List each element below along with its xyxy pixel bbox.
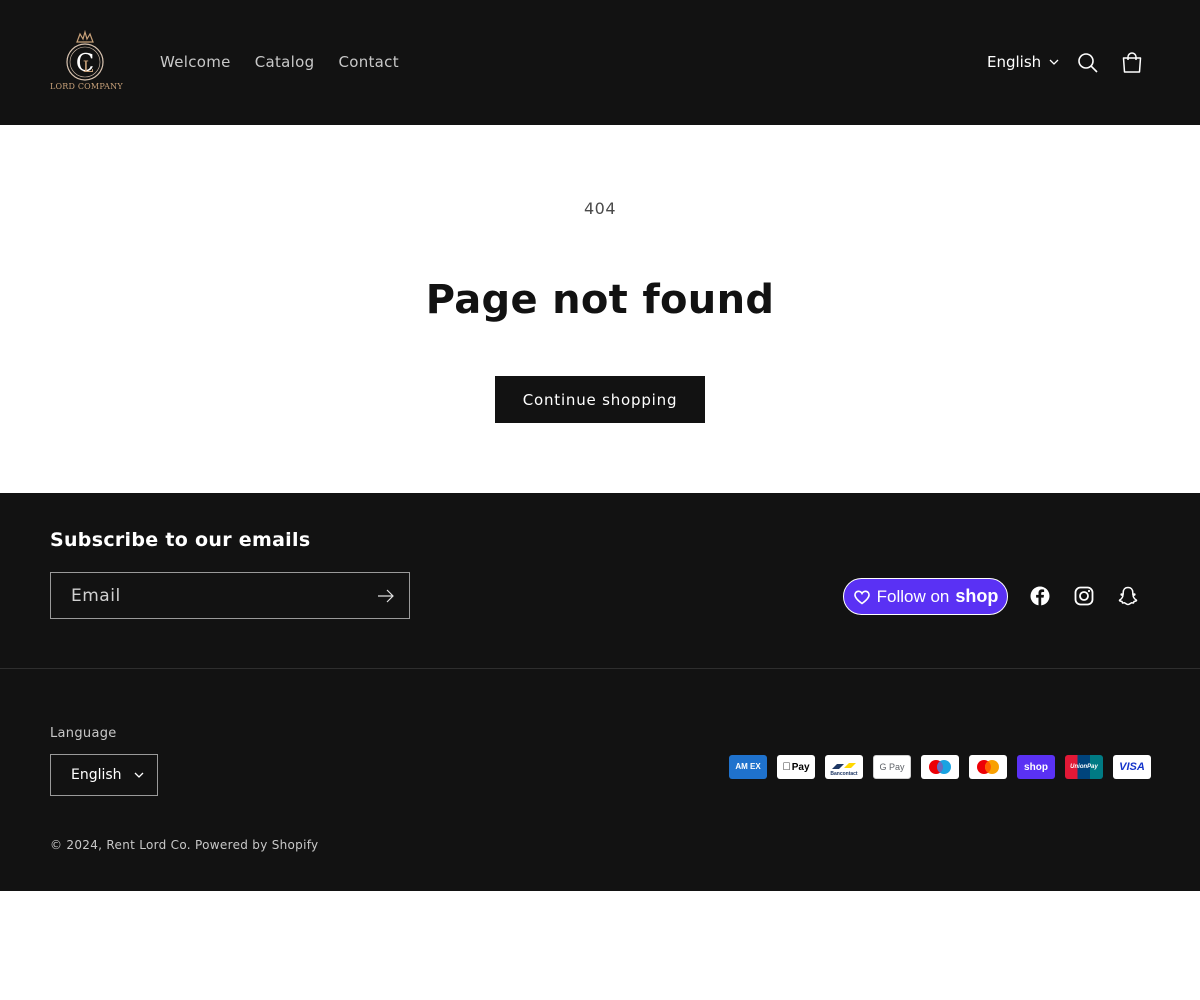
svg-text:L: L [83,57,94,76]
store-name-link[interactable]: Rent Lord Co. [106,838,191,852]
search-button[interactable] [1076,51,1100,75]
main-nav: Welcome Catalog Contact [160,52,399,72]
follow-label: Follow on [876,586,950,606]
nav-link-catalog[interactable]: Catalog [255,52,315,72]
payment-icons: AM EX Pay Bancontact G Pay [729,755,1151,779]
facebook-link[interactable] [1029,585,1051,607]
language-selector[interactable]: English [987,52,1059,72]
footer-language-value: English [71,767,122,783]
footer-divider [0,668,1200,669]
copyright: © 2024, Rent Lord Co. Powered by Shopify [50,838,318,852]
maestro-icon [921,755,959,779]
arrow-right-icon[interactable] [377,588,395,604]
crown-monogram-icon: C L [66,29,104,81]
copyright-prefix: © 2024, [50,838,103,852]
heart-icon [853,590,870,604]
instagram-link[interactable] [1073,585,1095,607]
continue-shopping-button[interactable]: Continue shopping [495,376,705,423]
apple-pay-icon: Pay [777,755,815,779]
shop-pay-icon: shop [1017,755,1055,779]
bancontact-icon: Bancontact [825,755,863,779]
cart-button[interactable] [1120,51,1144,75]
brand-logo[interactable]: C L LORD COMPANY [50,28,123,94]
nav-link-welcome[interactable]: Welcome [160,52,231,72]
newsletter-form [50,572,410,619]
error-code: 404 [583,199,617,218]
mastercard-icon [969,755,1007,779]
powered-by-link[interactable]: Powered by Shopify [195,838,318,852]
google-pay-icon: G Pay [873,755,911,779]
site-header: C L LORD COMPANY Welcome Catalog Contact… [0,0,1200,125]
unionpay-icon: UnionPay [1065,755,1103,779]
language-selector-label: English [987,53,1042,71]
language-label: Language [50,726,117,741]
chevron-down-icon [134,772,144,778]
follow-on-shop-button[interactable]: Follow on shop [843,578,1008,615]
email-field[interactable] [71,585,361,607]
shop-brand-label: shop [955,586,999,606]
newsletter-title: Subscribe to our emails [50,529,311,551]
snapchat-link[interactable] [1117,585,1139,607]
facebook-icon [1030,586,1050,606]
nav-link-contact[interactable]: Contact [338,52,398,72]
instagram-icon [1074,586,1094,606]
visa-icon: VISA [1113,755,1151,779]
logo-text: LORD COMPANY [50,82,123,91]
footer-language-selector[interactable]: English [50,754,158,796]
site-footer: Subscribe to our emails Follow on shop L… [0,493,1200,891]
search-icon [1078,53,1098,73]
snapchat-icon [1118,586,1138,606]
cart-icon [1122,52,1142,73]
chevron-down-icon [1049,59,1059,65]
page-title: Page not found [425,277,775,323]
amex-icon: AM EX [729,755,767,779]
